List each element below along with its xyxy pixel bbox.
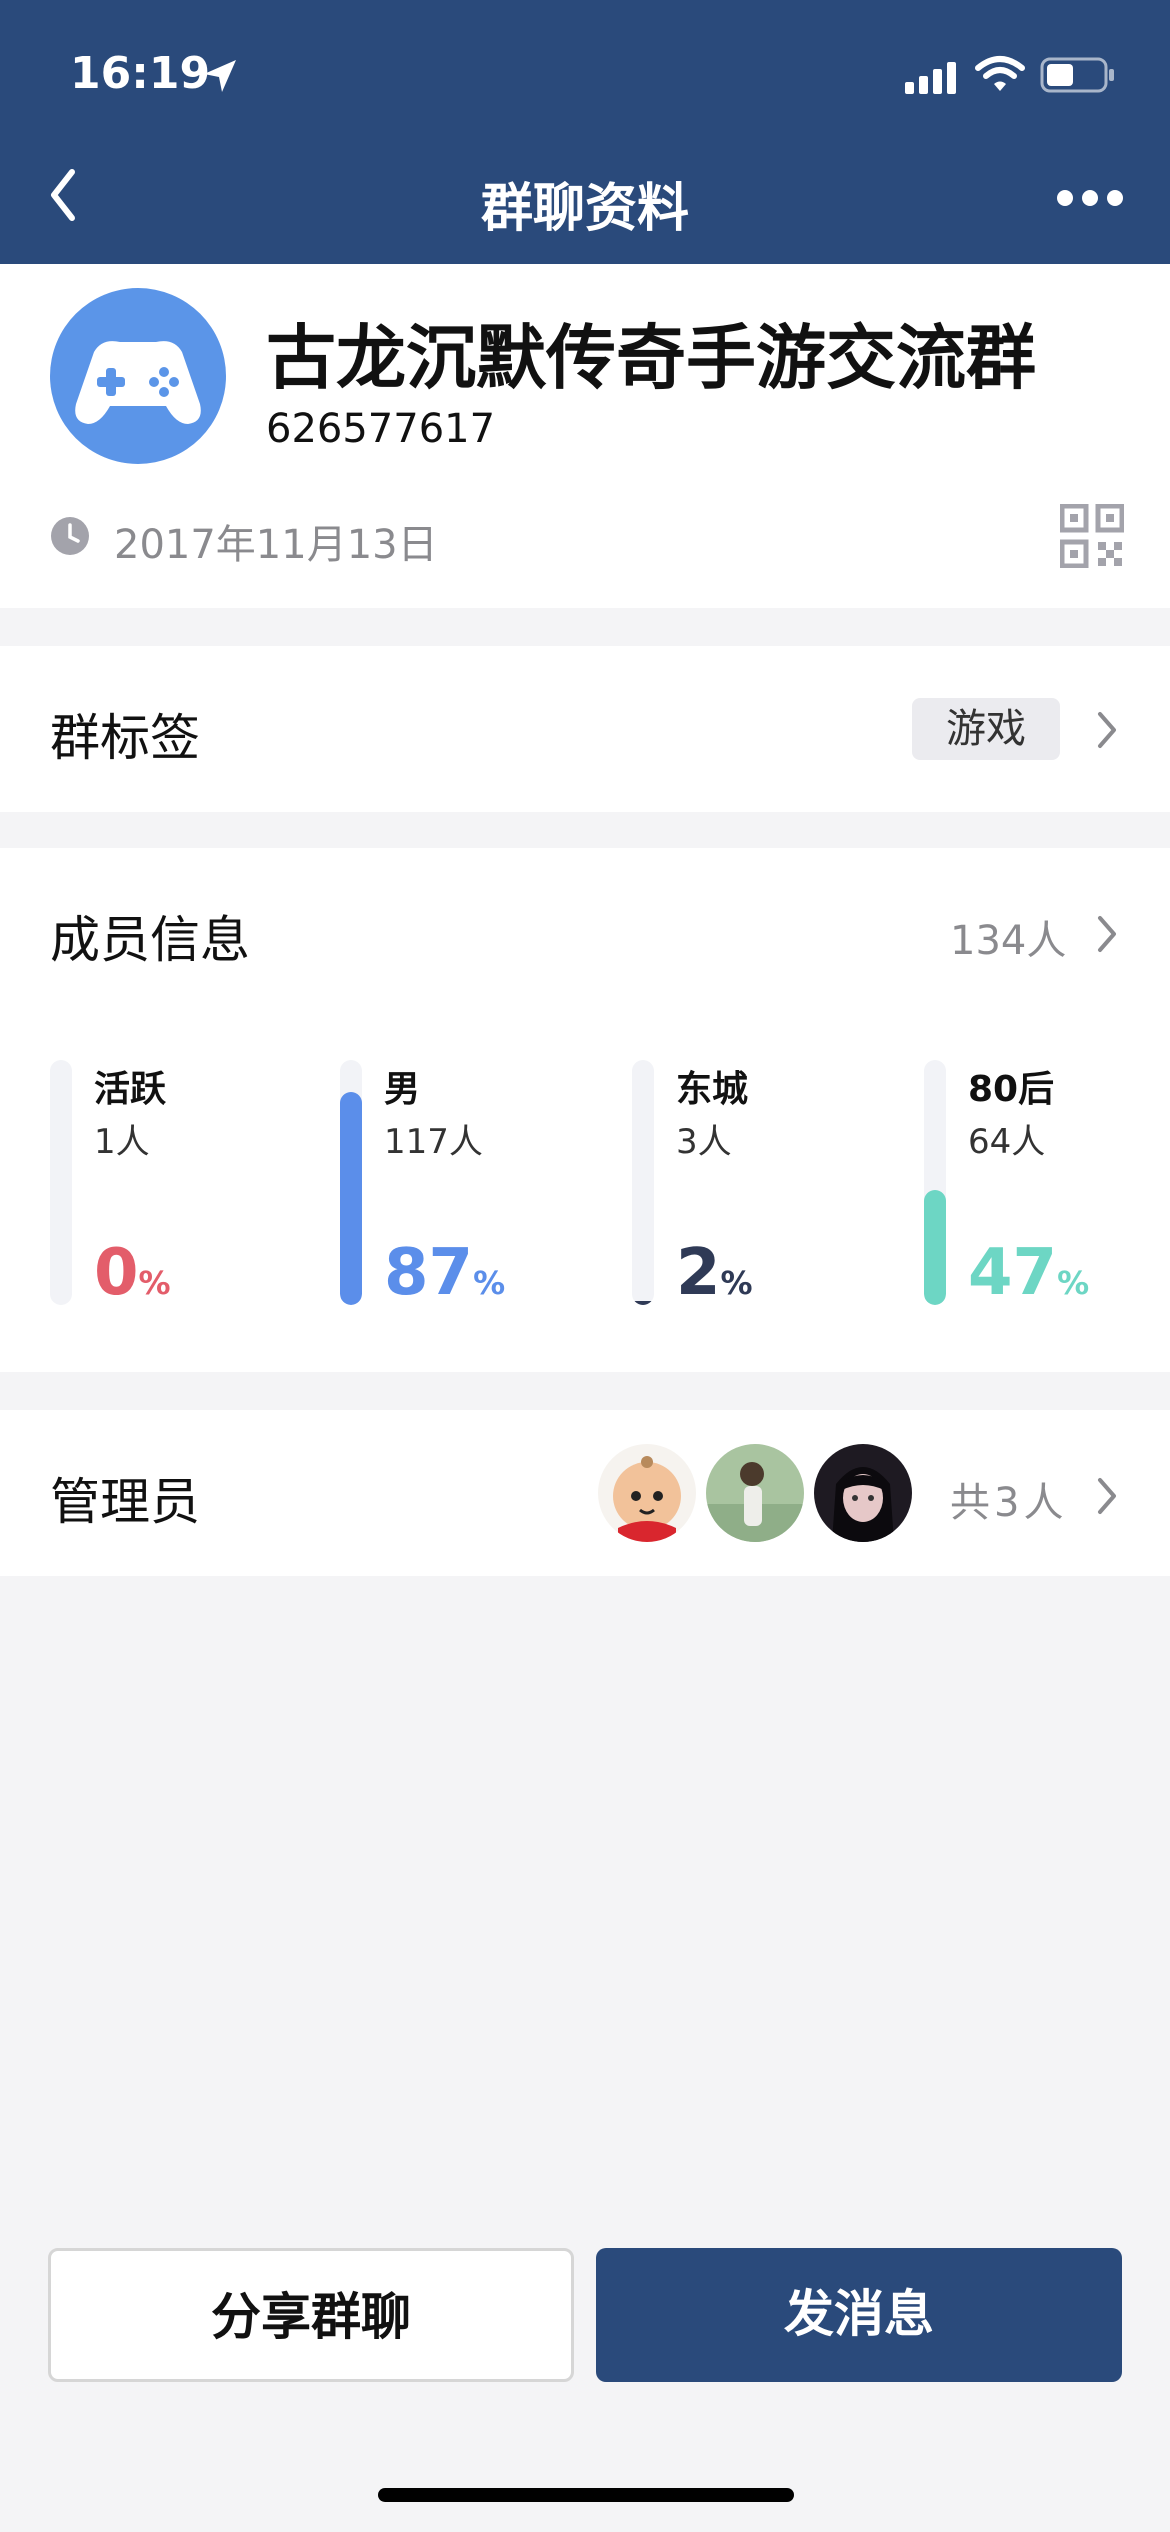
cartoon-face-icon	[598, 1444, 696, 1542]
chevron-right-icon	[1098, 712, 1116, 748]
admin-avatar[interactable]	[706, 1444, 804, 1542]
stat-age: 80后 64人 47%	[924, 1060, 1170, 1310]
share-group-button[interactable]: 分享群聊	[48, 2248, 574, 2382]
photo-avatar-icon	[706, 1444, 804, 1542]
admin-count: 共3人	[950, 1480, 1068, 1526]
member-info-title: 成员信息	[50, 911, 250, 969]
cellular-signal-icon	[905, 62, 956, 94]
stat-count: 117人	[384, 1122, 483, 1162]
top-header: 16:19 群聊资料	[0, 0, 1170, 264]
stat-label: 80后	[968, 1069, 1055, 1110]
group-avatar[interactable]	[50, 288, 226, 464]
stat-fill	[632, 1301, 654, 1305]
tag-chip: 游戏	[912, 698, 1060, 760]
stat-count: 3人	[676, 1122, 732, 1162]
group-name: 古龙沉默传奇手游交流群	[266, 317, 1036, 399]
stat-bar	[632, 1060, 654, 1305]
chevron-right-icon	[1098, 916, 1116, 952]
location-arrow-icon	[204, 60, 236, 92]
admins-title: 管理员	[50, 1473, 200, 1531]
admins-row[interactable]: 管理员 共3人	[0, 1410, 1170, 1576]
stat-bar	[340, 1060, 362, 1305]
page-title: 群聊资料	[480, 179, 689, 239]
stat-bar	[50, 1060, 72, 1305]
stat-percent: 2%	[676, 1236, 753, 1310]
stat-active: 活跃 1人 0%	[50, 1060, 330, 1310]
stat-fill	[924, 1189, 946, 1305]
stat-label: 东城	[676, 1069, 749, 1110]
stat-percent: 0%	[94, 1236, 171, 1310]
group-created-date: 2017年11月13日	[114, 522, 438, 568]
member-count: 134人	[950, 918, 1067, 964]
group-id: 626577617	[266, 406, 496, 452]
stat-male: 男 117人 87%	[340, 1060, 620, 1310]
member-info-card[interactable]: 成员信息 134人 活跃 1人 0% 男 117人 87% 东城 3人 2% 8…	[0, 848, 1170, 1372]
battery-icon	[1040, 57, 1114, 93]
group-profile-card: 古龙沉默传奇手游交流群 626577617 2017年11月13日	[0, 264, 1170, 608]
stat-count: 1人	[94, 1122, 150, 1162]
clock-icon	[51, 517, 89, 555]
stat-label: 活跃	[94, 1069, 167, 1110]
group-tags-title: 群标签	[50, 709, 200, 767]
home-indicator[interactable]	[378, 2488, 794, 2502]
more-options-icon[interactable]	[1055, 186, 1125, 210]
stat-count: 64人	[968, 1122, 1046, 1162]
group-tags-row[interactable]: 群标签 游戏	[0, 646, 1170, 812]
stat-percent: 47%	[968, 1236, 1090, 1310]
stat-label: 男	[384, 1069, 421, 1110]
stat-fill	[340, 1091, 362, 1305]
stat-region: 东城 3人 2%	[632, 1060, 912, 1310]
status-time: 16:19	[70, 48, 211, 99]
photo-avatar-icon	[814, 1444, 912, 1542]
stat-bar	[924, 1060, 946, 1305]
wifi-icon	[975, 56, 1025, 91]
gamepad-icon	[75, 341, 201, 424]
qr-code-icon[interactable]	[1060, 504, 1124, 568]
send-message-button[interactable]: 发消息	[596, 2248, 1122, 2382]
admin-avatar[interactable]	[814, 1444, 912, 1542]
stat-percent: 87%	[384, 1236, 506, 1310]
admin-avatar[interactable]	[598, 1444, 696, 1542]
chevron-right-icon	[1098, 1478, 1116, 1514]
